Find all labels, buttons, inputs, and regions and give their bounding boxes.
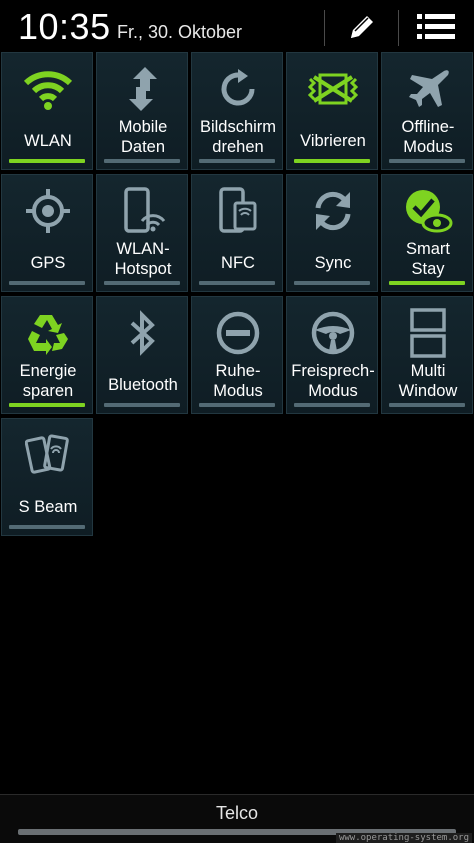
vibrate-icon: [308, 73, 358, 105]
state-bar: [294, 403, 370, 407]
toggle-bluetooth[interactable]: Bluetooth: [96, 296, 188, 414]
mobile-data-icon: [129, 67, 157, 111]
list-icon: [417, 14, 455, 39]
state-bar: [199, 159, 275, 163]
separator: [398, 10, 399, 46]
settings-list-button[interactable]: [406, 6, 466, 48]
toggle-label: WLAN- Hotspot: [114, 240, 172, 278]
toggle-label: GPS: [30, 254, 66, 272]
state-bar: [104, 403, 180, 407]
toggle-wlan[interactable]: WLAN: [1, 52, 93, 170]
airplane-icon: [409, 70, 449, 107]
toggle-label: Mobile Daten: [118, 118, 168, 156]
toggle-label: Ruhe- Modus: [213, 362, 263, 400]
toggle-mobile-data[interactable]: Mobile Daten: [96, 52, 188, 170]
state-bar: [199, 281, 275, 285]
multi-window-icon: [410, 308, 446, 358]
toggle-screen-rotation[interactable]: Bildschirm drehen: [191, 52, 283, 170]
state-bar: [9, 159, 85, 163]
state-bar: [389, 159, 465, 163]
steering-wheel-icon: [311, 311, 355, 355]
toggle-vibrate[interactable]: Vibrieren: [286, 52, 378, 170]
toggle-label: WLAN: [24, 132, 72, 150]
gps-icon: [26, 189, 70, 233]
toggle-gps[interactable]: GPS: [1, 174, 93, 292]
separator: [324, 10, 325, 46]
toggle-wlan-hotspot[interactable]: WLAN- Hotspot: [96, 174, 188, 292]
toggle-label: Bildschirm drehen: [199, 118, 277, 156]
date: Fr., 30. Oktober: [117, 22, 243, 42]
toggle-nfc[interactable]: NFC: [191, 174, 283, 292]
pencil-icon: [351, 16, 373, 38]
notification-header: 10:35 Fr., 30. Oktober: [0, 0, 474, 50]
toggle-driving-mode[interactable]: Freisprech- Modus: [286, 296, 378, 414]
toggle-label: Smart Stay: [405, 240, 450, 278]
rotate-icon: [221, 69, 255, 106]
nfc-icon: [219, 187, 257, 233]
sync-icon: [315, 191, 351, 231]
toggle-label: Multi Window: [398, 362, 458, 400]
clock: 10:35: [18, 6, 111, 47]
toggle-smart-stay[interactable]: Smart Stay: [381, 174, 473, 292]
toggle-label: S Beam: [18, 498, 78, 516]
toggle-label: Energie sparen: [19, 362, 77, 400]
toggle-power-saving[interactable]: Energie sparen: [1, 296, 93, 414]
toggle-do-not-disturb[interactable]: Ruhe- Modus: [191, 296, 283, 414]
hotspot-icon: [124, 187, 166, 233]
state-bar: [104, 281, 180, 285]
wifi-icon: [23, 71, 73, 110]
toggle-airplane-mode[interactable]: Offline- Modus: [381, 52, 473, 170]
blocking-icon: [216, 311, 260, 355]
state-bar: [9, 525, 85, 529]
toggle-label: NFC: [221, 254, 255, 272]
state-bar: [294, 281, 370, 285]
toggle-label: Vibrieren: [300, 132, 366, 150]
state-bar: [199, 403, 275, 407]
smart-stay-icon: [406, 190, 453, 233]
toggle-multi-window[interactable]: Multi Window: [381, 296, 473, 414]
toggle-label: Offline- Modus: [401, 118, 455, 156]
s-beam-icon: [25, 434, 69, 474]
carrier-name: Telco: [215, 803, 259, 823]
bluetooth-icon: [130, 310, 155, 356]
edit-button[interactable]: [332, 6, 392, 48]
notification-footer: Telco www.operating-system.org: [0, 794, 474, 843]
toggle-label: Freisprech- Modus: [291, 362, 375, 400]
toggle-label: Sync: [314, 254, 352, 272]
toggle-s-beam[interactable]: S Beam: [1, 418, 93, 536]
state-bar: [294, 159, 370, 163]
state-bar: [9, 281, 85, 285]
state-bar: [389, 403, 465, 407]
toggle-sync[interactable]: Sync: [286, 174, 378, 292]
state-bar: [104, 159, 180, 163]
state-bar: [9, 403, 85, 407]
recycle-icon: [28, 315, 68, 355]
toggle-label: Bluetooth: [108, 376, 178, 394]
state-bar: [389, 281, 465, 285]
